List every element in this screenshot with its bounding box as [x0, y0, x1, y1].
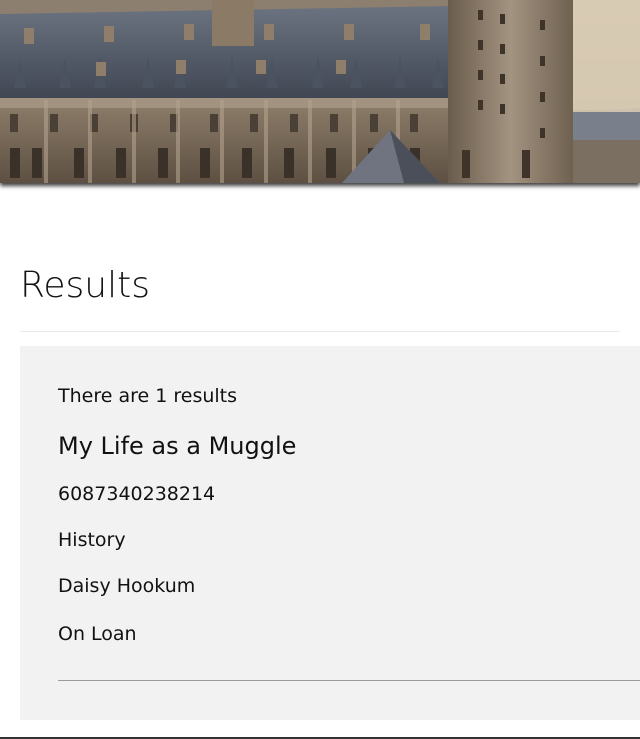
result-isbn: 6087340238214	[58, 483, 216, 505]
result-status: On Loan	[58, 623, 137, 645]
result-genre: History	[58, 529, 126, 551]
result-author: Daisy Hookum	[58, 575, 196, 597]
results-count: There are 1 results	[58, 385, 238, 407]
heading-divider	[20, 331, 620, 332]
results-panel: There are 1 results My Life as a Muggle …	[20, 346, 640, 720]
castle-banner-image	[0, 0, 640, 183]
result-title: My Life as a Muggle	[58, 432, 297, 460]
result-separator	[58, 680, 640, 681]
page-title: Results	[20, 265, 150, 306]
